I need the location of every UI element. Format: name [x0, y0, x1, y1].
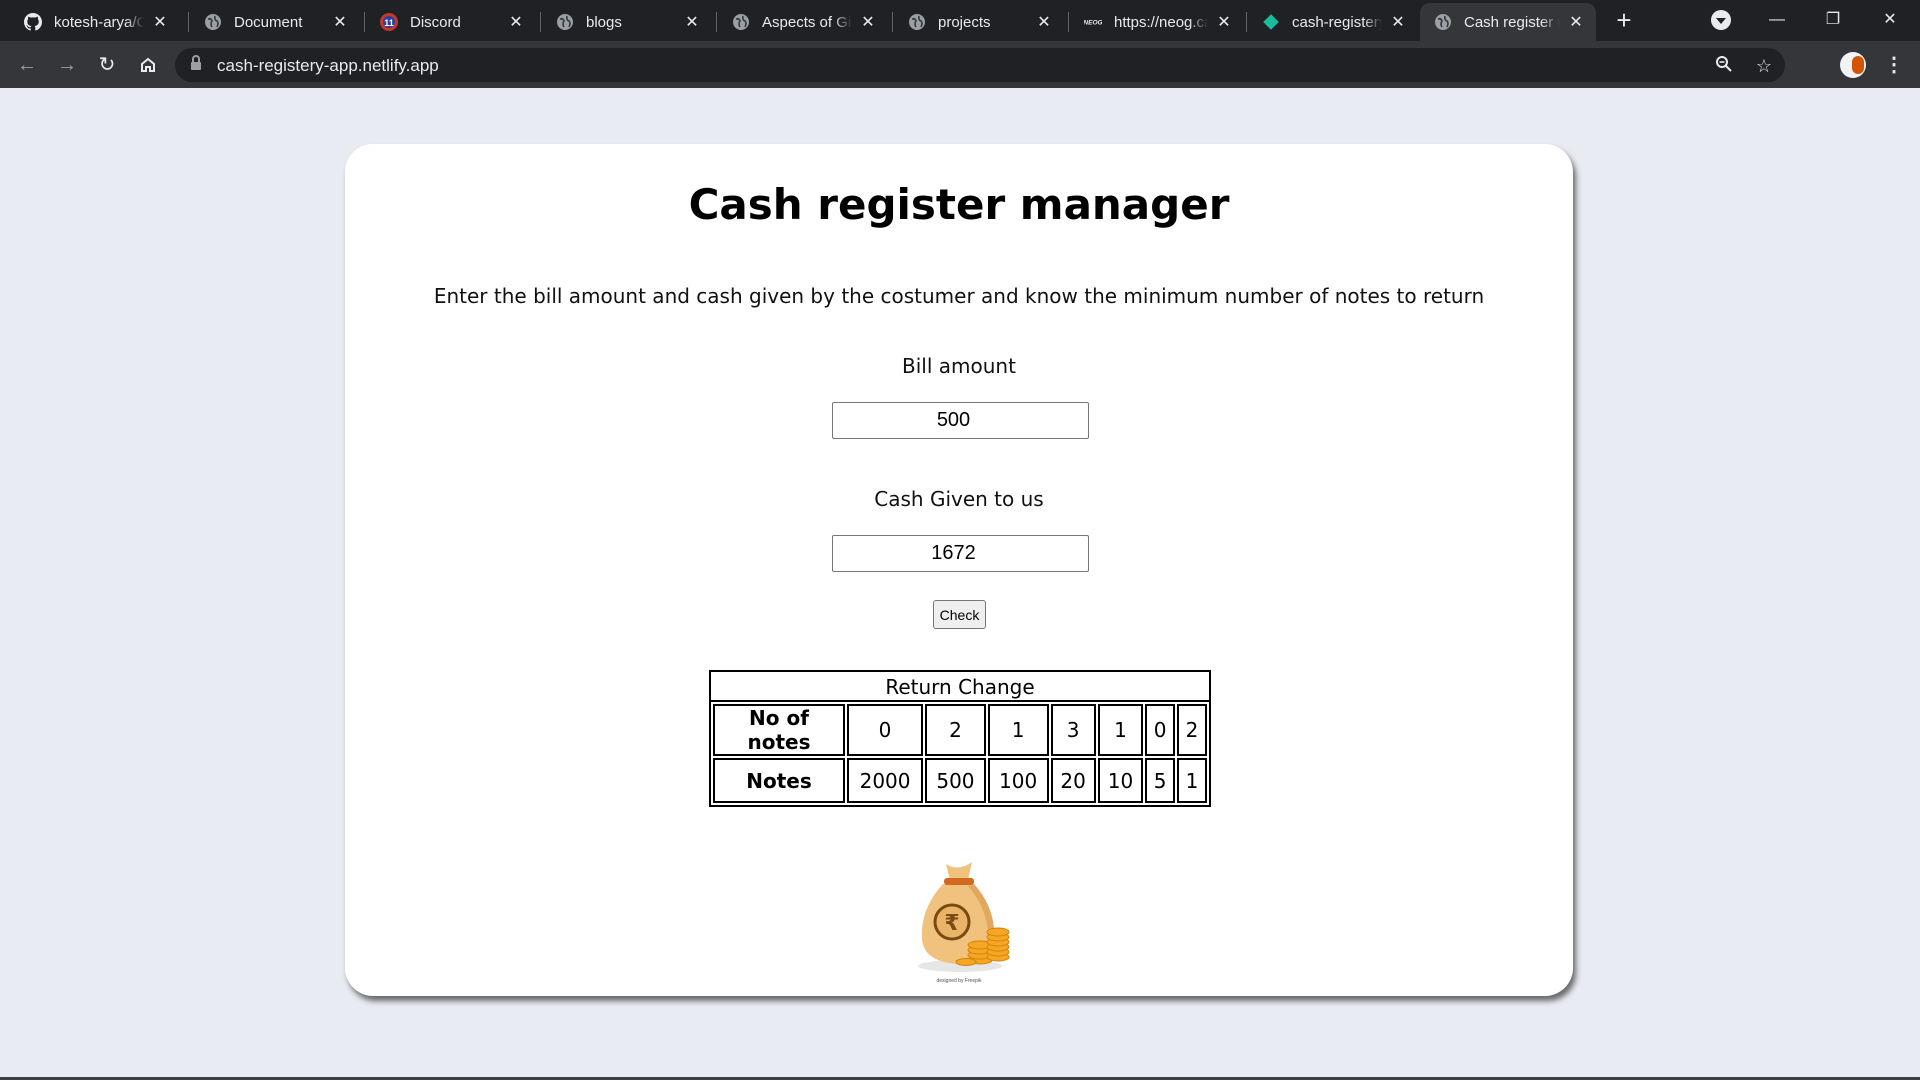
close-icon[interactable]: ✕: [1034, 12, 1054, 32]
close-icon[interactable]: ✕: [682, 12, 702, 32]
close-icon[interactable]: ✕: [1214, 12, 1234, 32]
tab-title: projects: [938, 13, 991, 31]
github-icon: [24, 13, 42, 31]
minimize-icon[interactable]: —: [1757, 6, 1797, 34]
note-value-cell: 500: [925, 758, 986, 803]
table-caption: Return Change: [709, 670, 1211, 700]
zoom-icon[interactable]: [1713, 55, 1735, 77]
neog-icon: NEOG: [1084, 13, 1102, 31]
new-tab-button[interactable]: +: [1611, 7, 1637, 34]
money-bag-illustration: ₹: [908, 854, 1018, 979]
return-change-table: Return Change No of notes 0 2 1 3 1 0 2 …: [709, 670, 1211, 807]
tab-separator: [716, 12, 717, 32]
tab-title: cash-registery: [1292, 13, 1382, 31]
tab-cash-register-manager[interactable]: Cash register manager ✕: [1420, 3, 1596, 41]
tab-document[interactable]: Document ✕: [190, 3, 360, 41]
check-button[interactable]: Check: [933, 600, 986, 629]
tab-title: https://neog.camp: [1114, 13, 1208, 31]
close-icon[interactable]: ✕: [1388, 12, 1408, 32]
tab-title: kotesh-arya/Cash-register: [54, 13, 144, 31]
note-count-cell: 1: [1097, 704, 1144, 756]
tab-blogs[interactable]: blogs ✕: [542, 3, 712, 41]
tab-title: Aspects of GitHub: [762, 13, 852, 31]
tab-search-icon[interactable]: [1711, 10, 1731, 30]
page-description: Enter the bill amount and cash given by …: [433, 284, 1485, 308]
table-row-notes: Notes 2000 500 100 20 10 5 1: [713, 758, 1207, 803]
close-icon[interactable]: ✕: [506, 12, 526, 32]
close-icon[interactable]: ✕: [150, 12, 170, 32]
row-header-no-of-notes: No of notes: [713, 704, 845, 756]
browser-tab-strip: kotesh-arya/Cash-register ✕ Document ✕ 1…: [0, 0, 1920, 41]
note-value-cell: 2000: [847, 758, 924, 803]
note-value-cell: 100: [987, 758, 1049, 803]
tab-separator: [540, 12, 541, 32]
tab-separator: [1068, 12, 1069, 32]
close-icon[interactable]: ✕: [858, 12, 878, 32]
tab-separator: [364, 12, 365, 32]
url-text[interactable]: cash-registery-app.netlify.app: [217, 56, 439, 76]
note-count-cell: 2: [925, 704, 986, 756]
note-value-cell: 20: [1050, 758, 1096, 803]
tab-title: Discord: [410, 13, 461, 31]
tab-title: Cash register manager: [1464, 13, 1560, 31]
tab-separator: [892, 12, 893, 32]
tab-aspects-of-github[interactable]: Aspects of GitHub ✕: [718, 3, 888, 41]
note-count-cell: 3: [1050, 704, 1096, 756]
svg-text:₹: ₹: [944, 911, 959, 936]
tab-projects[interactable]: projects ✕: [894, 3, 1064, 41]
image-credit: designed by Freepik: [936, 978, 982, 984]
page-viewport: Cash register manager Enter the bill amo…: [0, 88, 1920, 1080]
tab-github[interactable]: kotesh-arya/Cash-register ✕: [10, 3, 180, 41]
tab-title: Document: [234, 13, 303, 31]
restore-icon[interactable]: ❐: [1813, 6, 1853, 34]
globe-icon: [908, 13, 926, 31]
bill-amount-label: Bill amount: [902, 354, 1016, 378]
note-value-cell: 10: [1097, 758, 1144, 803]
cash-given-label: Cash Given to us: [874, 487, 1044, 511]
close-icon[interactable]: ✕: [1566, 12, 1586, 32]
kebab-menu-icon[interactable]: ⋮: [1884, 53, 1904, 77]
globe-icon: [1434, 13, 1452, 31]
svg-text:NEOG: NEOG: [1084, 19, 1102, 26]
row-header-notes: Notes: [713, 758, 845, 803]
forward-arrow-icon[interactable]: →: [54, 52, 80, 78]
discord-icon: 11: [380, 13, 398, 31]
note-count-cell: 2: [1177, 704, 1207, 756]
globe-icon: [556, 13, 574, 31]
globe-icon: [204, 13, 222, 31]
browser-toolbar: ← → ↻ cash-registery-app.netlify.app ☆ ⋮: [0, 41, 1920, 88]
note-count-cell: 0: [847, 704, 924, 756]
address-bar[interactable]: cash-registery-app.netlify.app ☆: [175, 48, 1785, 82]
note-value-cell: 5: [1145, 758, 1176, 803]
tab-title: blogs: [586, 13, 622, 31]
svg-text:11: 11: [384, 18, 394, 28]
tab-neog[interactable]: NEOG https://neog.camp ✕: [1070, 3, 1244, 41]
window-close-icon[interactable]: ✕: [1870, 6, 1910, 34]
lock-icon[interactable]: [191, 55, 201, 71]
home-icon[interactable]: [135, 52, 161, 78]
page-title: Cash register manager: [688, 180, 1230, 229]
note-count-cell: 1: [987, 704, 1049, 756]
tab-separator: [188, 12, 189, 32]
tab-cash-registery-netlify[interactable]: cash-registery ✕: [1248, 3, 1418, 41]
globe-icon: [732, 13, 750, 31]
back-arrow-icon[interactable]: ←: [14, 52, 40, 78]
note-value-cell: 1: [1177, 758, 1207, 803]
table-row-counts: No of notes 0 2 1 3 1 0 2: [713, 704, 1207, 756]
cash-given-input[interactable]: [832, 535, 1089, 572]
reload-icon[interactable]: ↻: [94, 52, 120, 78]
profile-avatar[interactable]: [1840, 52, 1866, 78]
tab-separator: [1246, 12, 1247, 32]
note-count-cell: 0: [1145, 704, 1176, 756]
netlify-icon: [1262, 13, 1280, 31]
app-card: Cash register manager Enter the bill amo…: [345, 144, 1573, 996]
star-icon[interactable]: ☆: [1753, 55, 1775, 77]
tab-discord[interactable]: 11 Discord ✕: [366, 3, 536, 41]
close-icon[interactable]: ✕: [330, 12, 350, 32]
bill-amount-input[interactable]: [832, 402, 1089, 439]
